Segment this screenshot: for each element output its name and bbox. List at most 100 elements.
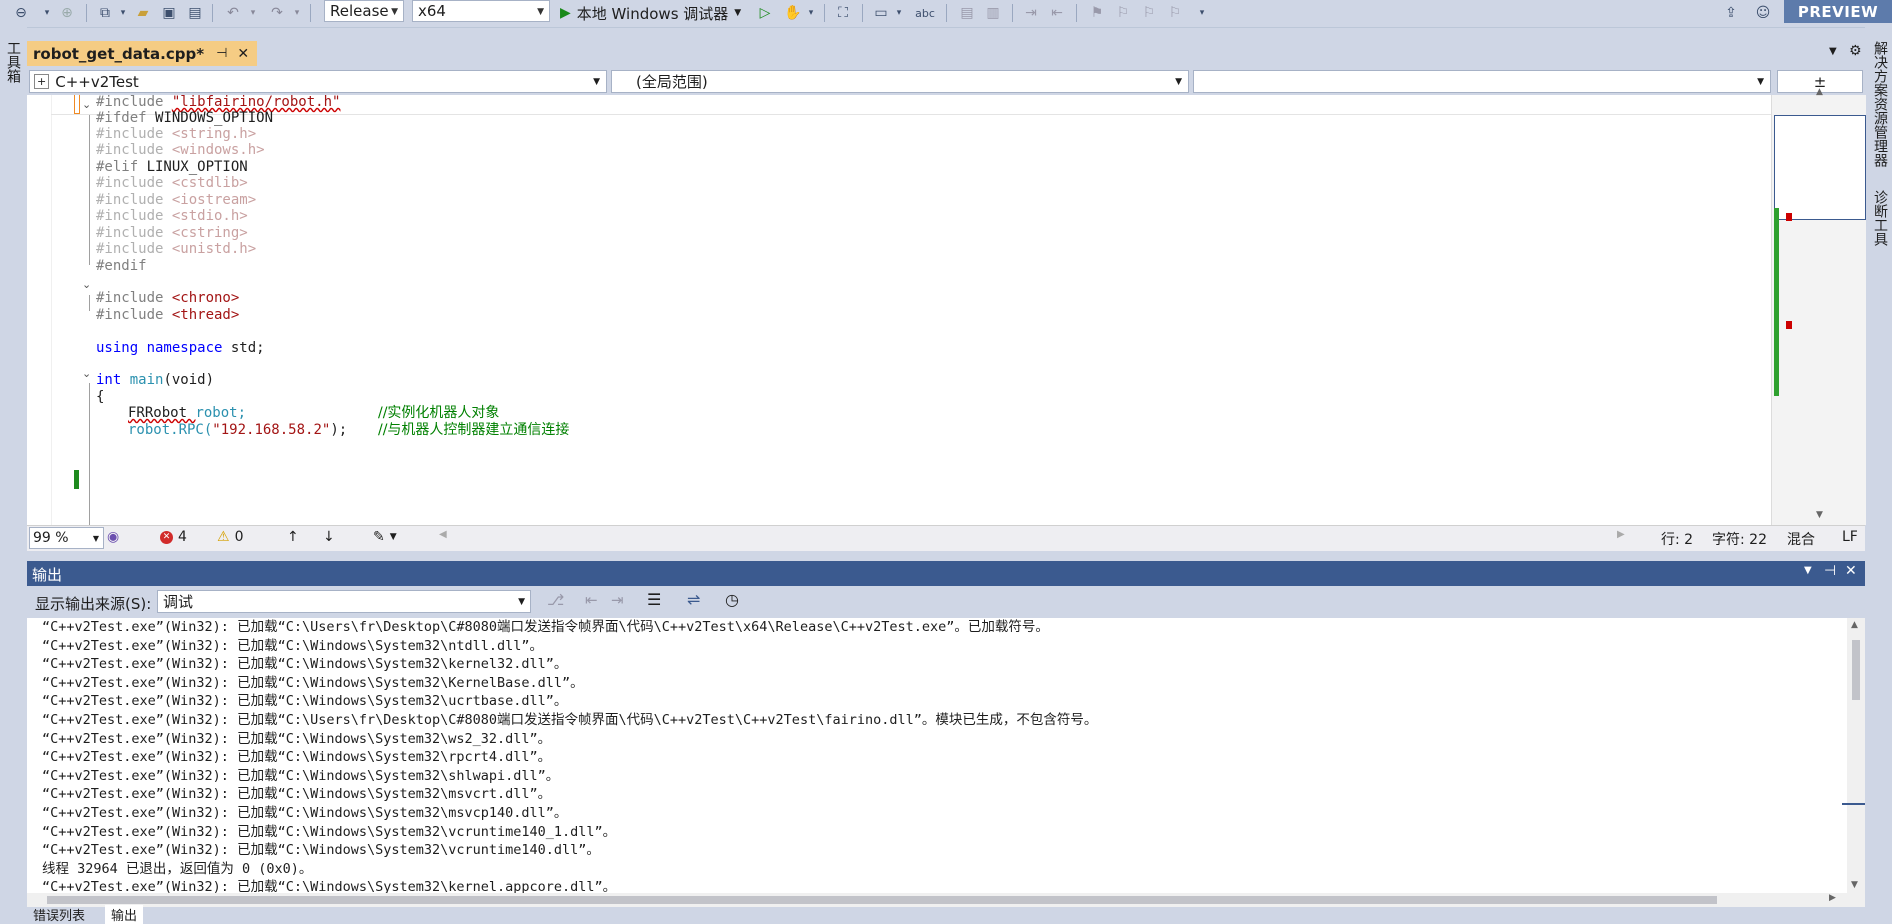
redo-dropdown-icon[interactable]: ▾ [292,2,302,24]
scroll-up-icon[interactable]: ▲ [1851,620,1858,630]
editor-minimap[interactable]: ▲ ▼ [1771,87,1866,525]
output-vertical-scrollbar[interactable]: ▲ ▼ [1847,618,1865,893]
output-panel-header: 输出 ▼ ⊣ ✕ [27,561,1865,586]
char-indicator[interactable]: 字符: 22 [1712,529,1767,549]
project-dropdown[interactable]: + C++v2Test ▼ [29,70,607,93]
chevron-down-icon: ▼ [734,8,742,18]
close-icon[interactable]: ✕ [1845,563,1857,579]
fold-guide [89,295,90,311]
configuration-select[interactable]: Release ▼ [324,0,404,22]
undo-dropdown-icon[interactable]: ▾ [248,2,258,24]
minimap-viewport[interactable] [1774,115,1866,220]
back-dropdown-icon[interactable]: ▾ [40,2,54,24]
scroll-up-icon[interactable]: ▲ [1816,87,1823,97]
layout-dropdown-icon[interactable]: ▾ [894,2,904,24]
toolbar-overflow-icon[interactable]: ▾ [1196,2,1208,24]
solution-explorer-tab[interactable]: 解决方案资源管理器 [1870,41,1890,167]
layout-icon[interactable]: ▭ [870,2,892,24]
document-tab-row: robot_get_data.cpp* ⊣ ✕ ▼ ⚙ [27,40,1865,66]
zoom-select[interactable]: 99 % ▼ [29,527,104,549]
start-without-debugging-icon[interactable]: ▷ [756,2,774,24]
word-wrap-icon[interactable]: ⇌ [687,590,700,609]
scrollbar-thumb[interactable] [1852,640,1860,700]
diagnostic-tools-tab[interactable]: 诊断工具 [1870,190,1890,246]
output-horizontal-scrollbar[interactable]: ▶ [27,893,1865,907]
save-all-icon[interactable]: ▤ [184,2,206,24]
scroll-right-icon[interactable]: ▶ [1617,529,1625,540]
scroll-right-icon[interactable]: ▶ [1829,893,1836,903]
find-message-icon[interactable]: ⎇ [547,591,564,609]
chevron-down-icon: ▼ [1757,77,1764,87]
indent-mode-indicator[interactable]: 混合 [1787,529,1815,549]
prev-bookmark-icon[interactable]: ⚐ [1112,2,1134,24]
next-issue-icon[interactable]: ↓ [323,529,335,545]
configuration-value: Release [330,2,389,20]
clear-bookmarks-icon[interactable]: ⚐ [1164,2,1186,24]
hot-reload-icon[interactable]: ✋ [782,2,804,24]
previous-issue-icon[interactable]: ↑ [287,529,299,545]
redo-icon[interactable]: ↷ [266,2,288,24]
output-line: “C++v2Test.exe”(Win32): 已加载“C:\Windows\S… [42,823,617,840]
next-message-icon[interactable]: ⇥ [611,591,624,609]
change-marker [74,95,80,114]
open-folder-icon[interactable]: ▰ [132,2,154,24]
tab-output[interactable]: 输出 [105,905,144,924]
comment-icon[interactable]: ▤ [956,2,978,24]
scroll-left-icon[interactable]: ◀ [439,529,447,540]
fold-collapse-icon[interactable]: ⌄ [82,98,91,111]
new-project-icon[interactable]: ⧉ [94,2,116,24]
output-text-area[interactable]: “C++v2Test.exe”(Win32): 已加载“C:\Users\fr\… [27,618,1865,893]
indent-icon[interactable]: ⇥ [1020,2,1042,24]
hot-reload-dropdown-icon[interactable]: ▾ [806,2,816,24]
outdent-icon[interactable]: ⇤ [1046,2,1068,24]
clock-icon[interactable]: ◷ [725,590,739,609]
output-source-value: 调试 [163,593,194,611]
code-line: #include <thread> [96,307,240,323]
saved-change-marker [74,470,79,489]
gear-icon[interactable]: ⚙ [1849,43,1862,59]
undo-icon[interactable]: ↶ [222,2,244,24]
error-count[interactable]: ✕ 4 [160,529,187,545]
tab-error-list[interactable]: 错误列表 [33,905,85,924]
output-title: 输出 [32,566,63,584]
previous-message-icon[interactable]: ⇤ [585,591,598,609]
fold-collapse-icon[interactable]: ⌄ [82,278,91,291]
pin-icon[interactable]: ⊣ [216,46,227,61]
browser-icon[interactable]: ⛶ [832,2,854,24]
code-cleanup-icon[interactable]: ✎ ▼ [373,529,397,545]
spellcheck-icon[interactable]: abc [912,2,938,24]
output-line: “C++v2Test.exe”(Win32): 已加载“C:\Windows\S… [42,637,544,654]
code-line: robot.RPC("192.168.58.2");//与机器人控制器建立通信连… [128,422,570,438]
scroll-down-icon[interactable]: ▼ [1851,880,1858,890]
member-dropdown[interactable]: ▼ [1193,70,1771,93]
tab-robot-get-data[interactable]: robot_get_data.cpp* ⊣ ✕ [27,41,258,66]
left-tool-strip: 工具箱 [0,27,27,921]
platform-select[interactable]: x64 ▼ [412,0,550,22]
close-icon[interactable]: ✕ [237,46,249,62]
bookmark-icon[interactable]: ⚑ [1086,2,1108,24]
next-bookmark-icon[interactable]: ⚐ [1138,2,1160,24]
back-icon[interactable]: ⊖ [10,2,32,24]
scrollbar-thumb[interactable] [47,896,1717,904]
intellicode-icon[interactable]: ◉ [107,529,119,545]
feedback-icon[interactable]: ☺ [1752,2,1774,24]
fold-guide [89,383,90,525]
fold-collapse-icon[interactable]: ⌄ [82,367,91,380]
uncomment-icon[interactable]: ▥ [982,2,1004,24]
scroll-down-icon[interactable]: ▼ [1816,510,1823,520]
warning-count[interactable]: ⚠ 0 [217,529,243,545]
line-indicator[interactable]: 行: 2 [1661,529,1693,549]
scope-dropdown[interactable]: (全局范围) ▼ [611,70,1189,93]
save-icon[interactable]: ▣ [158,2,180,24]
code-editor[interactable]: ⌄ ⌄ ⌄ #include "libfairino/robot.h" #ifd… [27,95,1771,525]
pin-icon[interactable]: ⊣ [1824,563,1836,579]
forward-icon[interactable]: ⊕ [56,2,78,24]
tab-list-dropdown-icon[interactable]: ▼ [1829,46,1837,57]
toolbox-tab[interactable]: 工具箱 [3,41,23,83]
output-source-select[interactable]: 调试 ▼ [157,590,531,613]
line-ending-indicator[interactable]: LF [1842,529,1858,545]
clear-all-icon[interactable]: ☰ [647,590,661,609]
panel-menu-icon[interactable]: ▼ [1804,565,1812,576]
new-dropdown-icon[interactable]: ▾ [118,2,128,24]
share-icon[interactable]: ⇪ [1720,2,1742,24]
